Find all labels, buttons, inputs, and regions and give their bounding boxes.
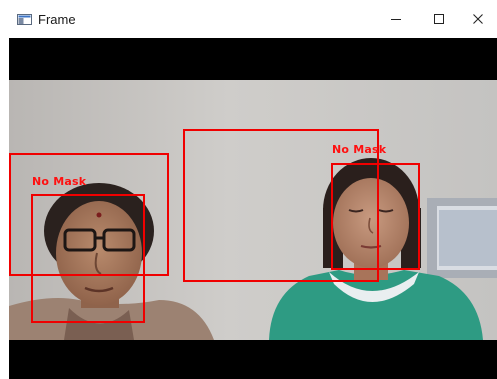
frame-window: Frame No Mask No Mask xyxy=(0,0,497,379)
detection-label-right: No Mask xyxy=(332,143,387,156)
window-app-icon xyxy=(17,14,32,25)
close-button[interactable] xyxy=(455,0,497,38)
minimize-icon xyxy=(391,19,401,20)
face-box-left-inner xyxy=(31,194,145,323)
window-title: Frame xyxy=(38,12,76,27)
minimize-button[interactable] xyxy=(373,0,419,38)
close-icon xyxy=(473,14,483,24)
video-frame: No Mask No Mask xyxy=(9,38,497,379)
maximize-icon xyxy=(434,14,444,24)
face-box-right-inner xyxy=(331,163,420,270)
detection-label-left: No Mask xyxy=(32,175,87,188)
title-bar[interactable]: Frame xyxy=(0,0,497,38)
